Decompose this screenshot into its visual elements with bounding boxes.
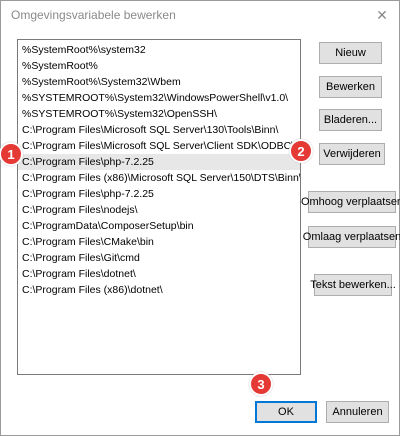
edit-button[interactable]: Bewerken [319,76,382,98]
browse-button[interactable]: Bladeren... [319,109,382,131]
list-item[interactable]: C:\ProgramData\ComposerSetup\bin [18,218,300,234]
list-item[interactable]: C:\Program Files\php-7.2.25 [18,186,300,202]
move-down-button[interactable]: Omlaag verplaatsen [303,226,400,248]
step-1-badge: 1 [0,142,23,166]
list-item[interactable]: C:\Program Files\Microsoft SQL Server\13… [18,122,300,138]
title-bar: Omgevingsvariabele bewerken ✕ [1,1,399,29]
list-item[interactable]: %SYSTEMROOT%\System32\OpenSSH\ [18,106,300,122]
list-item[interactable]: %SystemRoot%\system32 [18,42,300,58]
cancel-button[interactable]: Annuleren [326,401,389,423]
window-title: Omgevingsvariabele bewerken [11,8,176,22]
list-item[interactable]: C:\Program Files (x86)\dotnet\ [18,282,300,298]
list-item[interactable]: C:\Program Files\Git\cmd [18,250,300,266]
list-item[interactable]: C:\Program Files\dotnet\ [18,266,300,282]
list-item[interactable]: %SYSTEMROOT%\System32\WindowsPowerShell\… [18,90,300,106]
new-button[interactable]: Nieuw [319,42,382,64]
step-3-badge: 3 [249,372,273,396]
edit-environment-variable-dialog: Omgevingsvariabele bewerken ✕ %SystemRoo… [0,0,400,436]
list-item[interactable]: %SystemRoot%\System32\Wbem [18,74,300,90]
list-item[interactable]: %SystemRoot% [18,58,300,74]
delete-button[interactable]: Verwijderen [319,143,385,165]
move-up-button[interactable]: Omhoog verplaatsen [301,191,400,213]
list-item-selected[interactable]: C:\Program Files\php-7.2.25 [18,154,300,170]
ok-button[interactable]: OK [255,401,317,423]
close-icon[interactable]: ✕ [371,4,393,26]
list-item[interactable]: C:\Program Files\CMake\bin [18,234,300,250]
edit-text-button[interactable]: Tekst bewerken... [310,274,396,296]
list-item[interactable]: C:\Program Files\Microsoft SQL Server\Cl… [18,138,300,154]
path-list[interactable]: %SystemRoot%\system32 %SystemRoot% %Syst… [17,39,301,375]
list-item[interactable]: C:\Program Files (x86)\Microsoft SQL Ser… [18,170,300,186]
list-item[interactable]: C:\Program Files\nodejs\ [18,202,300,218]
step-2-badge: 2 [289,139,313,163]
